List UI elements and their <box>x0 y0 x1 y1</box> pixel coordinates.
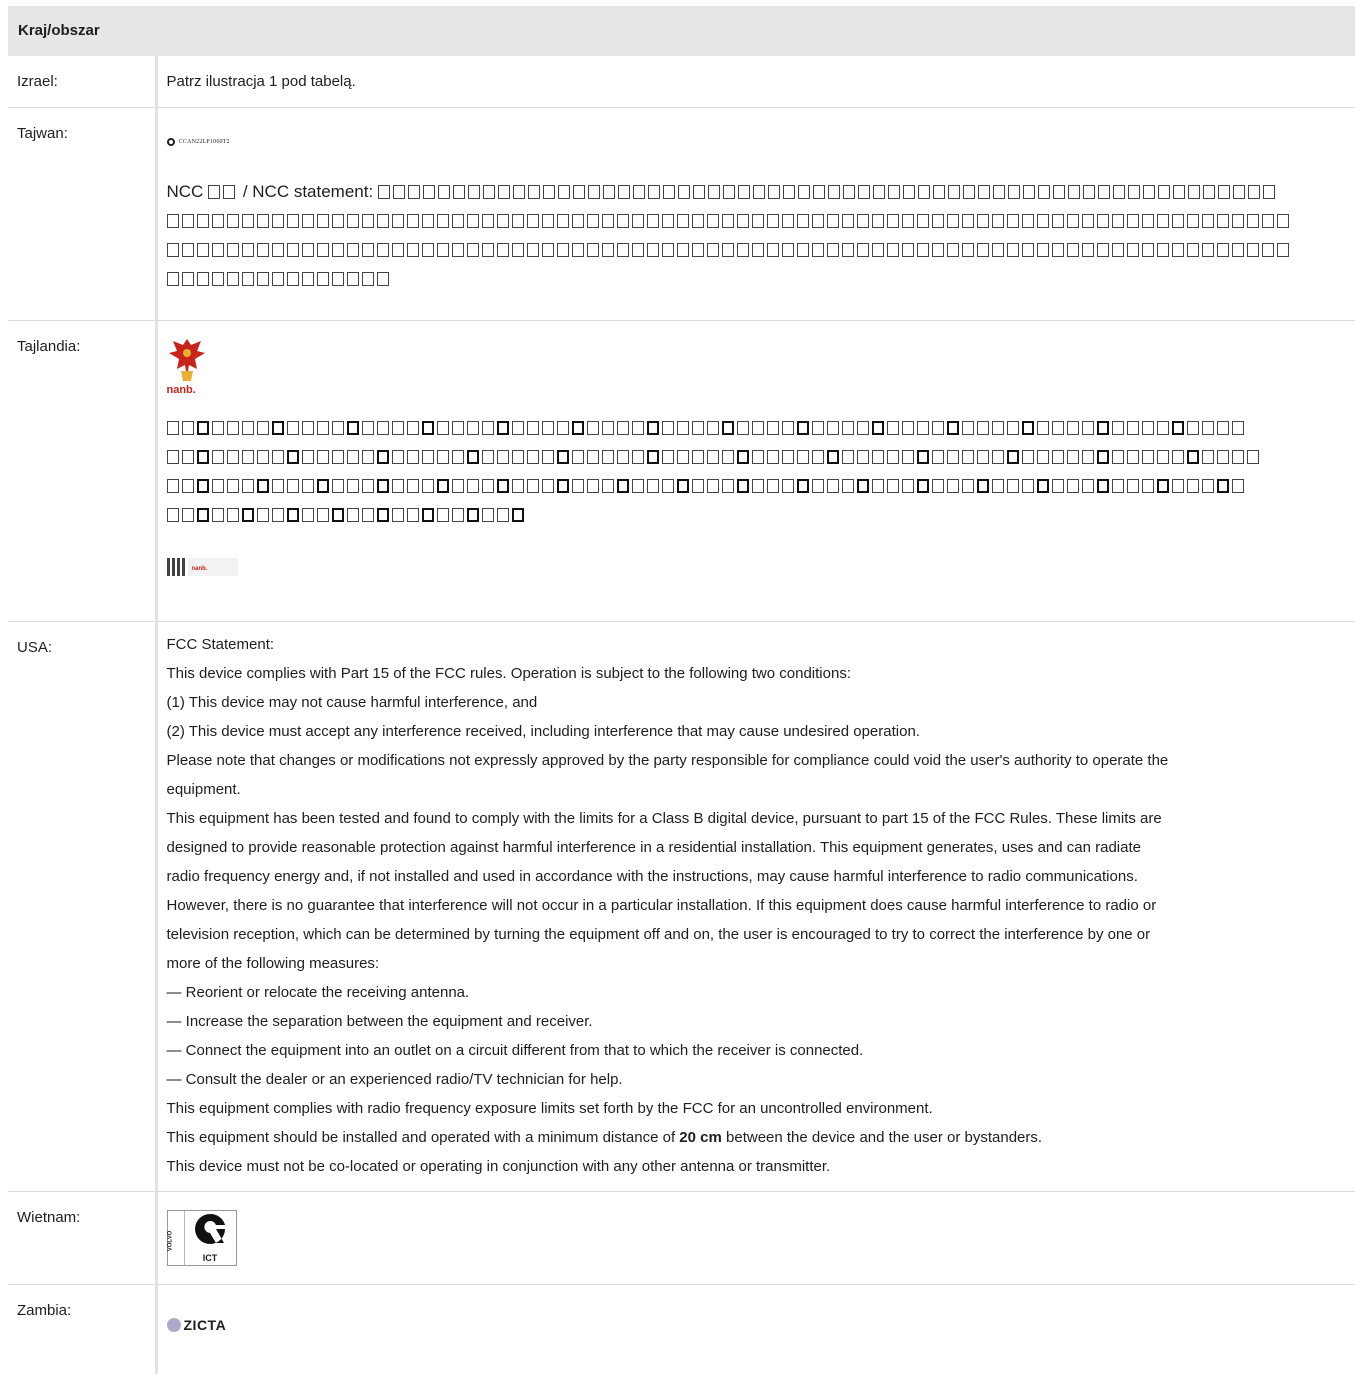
unrendered-glyphs <box>166 471 1347 500</box>
unrendered-glyphs <box>166 235 1347 264</box>
fcc-line: (1) This device may not cause harmful in… <box>166 693 538 711</box>
unrendered-glyphs <box>377 182 1278 201</box>
fcc-line: — Increase the separation between the eq… <box>166 1012 593 1030</box>
unrendered-glyphs <box>166 500 1347 529</box>
regulatory-table: Kraj/obszar Izrael: Patrz ilustracja 1 p… <box>8 6 1355 1374</box>
taiwan-label-code: CCAN22LP1060T2 <box>178 138 230 145</box>
fcc-line: designed to provide reasonable protectio… <box>166 838 1142 856</box>
fcc-line: (2) This device must accept any interfer… <box>166 722 920 740</box>
country-label: Izrael: <box>8 56 158 108</box>
garuda-logo: nanb. <box>167 335 207 397</box>
fcc-line: FCC Statement: <box>166 635 275 653</box>
unrendered-glyphs <box>166 413 1347 442</box>
country-label: Zambia: <box>8 1284 158 1374</box>
ncc-statement: NCC / NCC statement: <box>167 177 1347 206</box>
israel-text: Patrz ilustracja 1 pod tabelą. <box>156 56 1355 108</box>
fcc-line: — Connect the equipment into an outlet o… <box>166 1041 864 1059</box>
table-row-taiwan: Tajwan: CCAN22LP1060T2 NCC / NCC stateme… <box>8 107 1355 321</box>
table-row-thailand: Tajlandia: nanb. nanb. <box>8 320 1355 622</box>
table-row-israel: Izrael: Patrz ilustracja 1 pod tabelą. <box>8 56 1355 108</box>
country-label: Tajwan: <box>8 107 158 321</box>
fcc-line: However, there is no guarantee that inte… <box>166 896 1157 914</box>
fcc-line: television reception, which can be deter… <box>166 925 1151 943</box>
unrendered-glyphs <box>166 442 1347 471</box>
fcc-line: This equipment has been tested and found… <box>166 809 1162 827</box>
fcc-line: This device complies with Part 15 of the… <box>166 664 852 682</box>
unrendered-glyphs <box>166 264 1347 293</box>
ict-mark: VOLVO ICT <box>166 1209 237 1266</box>
fcc-line: — Consult the dealer or an experienced r… <box>166 1070 623 1088</box>
unrendered-glyphs <box>166 206 1347 235</box>
fcc-line: more of the following measures: <box>166 954 380 972</box>
table-row-zambia: Zambia: ZICTA <box>8 1284 1355 1374</box>
cr-icon <box>195 1213 225 1244</box>
zicta-emblem-icon <box>166 1317 181 1332</box>
country-label: Wietnam: <box>8 1191 158 1285</box>
table-header-row: Kraj/obszar <box>8 6 1355 56</box>
usa-last-line: This device must not be co-located or op… <box>166 1157 831 1175</box>
taiwan-label: CCAN22LP1060T2 <box>166 132 1347 152</box>
qr-code-icon <box>166 557 185 576</box>
fcc-line: — Reorient or relocate the receiving ant… <box>166 983 470 1001</box>
distance-line: This equipment should be installed and o… <box>166 1128 1043 1146</box>
fcc-line: This equipment complies with radio frequ… <box>166 1099 933 1117</box>
table-header: Kraj/obszar <box>8 6 1355 56</box>
thailand-label: nanb. <box>166 555 1347 579</box>
fcc-statement: FCC Statement: This device complies with … <box>156 621 1355 1192</box>
fcc-line: radio frequency energy and, if not insta… <box>166 867 1138 885</box>
country-label: USA: <box>8 621 158 1192</box>
zicta-logo: ZICTA <box>166 1315 1347 1335</box>
country-label: Tajlandia: <box>8 320 158 622</box>
table-row-vietnam: Wietnam: VOLVO ICT <box>8 1191 1355 1285</box>
fcc-line: Please note that changes or modification… <box>166 751 1169 769</box>
fcc-line: equipment. <box>166 780 241 798</box>
table-row-usa: USA: FCC Statement: This device complies … <box>8 621 1355 1192</box>
wireless-icon <box>166 137 175 146</box>
